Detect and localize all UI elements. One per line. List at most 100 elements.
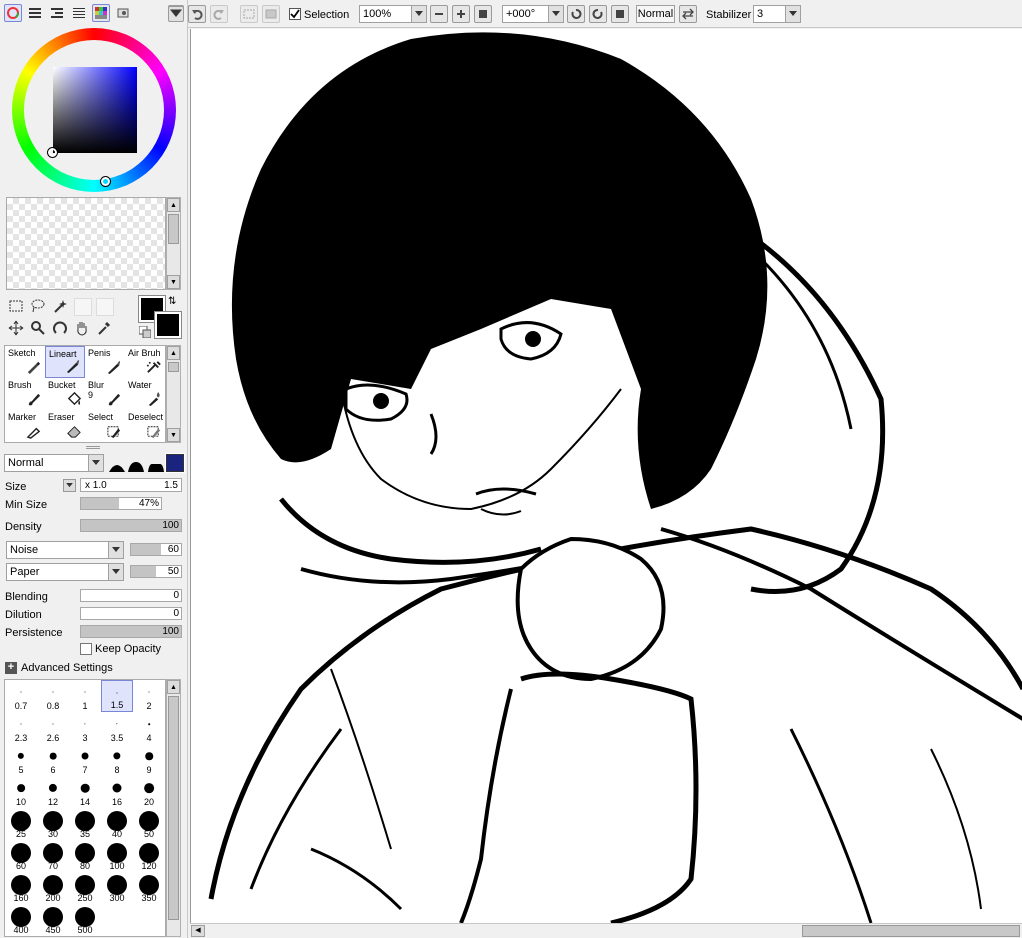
zoom-icon[interactable]: [30, 320, 48, 338]
keep-opacity-checkbox[interactable]: [80, 643, 92, 655]
flip-horizontal-icon[interactable]: [679, 5, 697, 23]
brush-size-14[interactable]: 14: [69, 776, 101, 808]
color-bars-icon[interactable]: [48, 4, 66, 22]
brush-size-scrollbar[interactable]: ▲: [166, 679, 181, 937]
rotation-select[interactable]: +000°: [502, 5, 564, 23]
brush-size-120[interactable]: 120: [133, 840, 165, 872]
brush-size-3[interactable]: 3: [69, 712, 101, 744]
rotate-right-icon[interactable]: [589, 5, 607, 23]
density-slider[interactable]: 100: [80, 519, 182, 532]
brush-size-4[interactable]: 4: [133, 712, 165, 744]
tool-deselect[interactable]: Deselect: [125, 410, 165, 442]
scroll-down-icon[interactable]: ▼: [167, 428, 180, 442]
toolbar-menu-chevron-icon[interactable]: [168, 6, 184, 22]
brush-size-2[interactable]: 2: [133, 680, 165, 712]
brush-size-10[interactable]: 10: [5, 776, 37, 808]
transparent-color-icon[interactable]: [138, 325, 152, 339]
brush-size-20[interactable]: 20: [133, 776, 165, 808]
brush-size-80[interactable]: 80: [69, 840, 101, 872]
brush-size-16[interactable]: 16: [101, 776, 133, 808]
min-size-slider[interactable]: 47%: [80, 497, 162, 510]
scratchpad-icon[interactable]: [114, 4, 132, 22]
scroll-up-icon[interactable]: ▲: [167, 680, 180, 694]
swatch-grid-icon[interactable]: [92, 4, 110, 22]
color-wheel[interactable]: [12, 28, 176, 192]
secondary-color-swatch[interactable]: [154, 311, 182, 339]
brush-shape-flat-icon[interactable]: [147, 454, 164, 472]
brush-size-250[interactable]: 250: [69, 872, 101, 904]
undo-icon[interactable]: [188, 5, 206, 23]
tool-brush[interactable]: Brush: [5, 378, 45, 410]
zoom-out-icon[interactable]: [430, 5, 448, 23]
scroll-up-icon[interactable]: ▲: [167, 346, 180, 360]
brush-size-100[interactable]: 100: [101, 840, 133, 872]
hand-icon[interactable]: [74, 320, 92, 338]
brush-size-3.5[interactable]: 3.5: [101, 712, 133, 744]
brush-size-2.6[interactable]: 2.6: [37, 712, 69, 744]
brush-size-70[interactable]: 70: [37, 840, 69, 872]
swatch-list-icon[interactable]: [70, 4, 88, 22]
brush-size-0.7[interactable]: 0.7: [5, 680, 37, 712]
tool-penis[interactable]: Penis: [85, 346, 125, 378]
brush-size-25[interactable]: 25: [5, 808, 37, 840]
scroll-left-icon[interactable]: ◀: [191, 925, 205, 937]
size-field[interactable]: x 1.0 1.5: [80, 478, 182, 492]
brush-size-9[interactable]: 9: [133, 744, 165, 776]
brush-size-30[interactable]: 30: [37, 808, 69, 840]
advanced-settings-toggle[interactable]: Advanced Settings: [21, 662, 113, 674]
tool-sketch[interactable]: Sketch: [5, 346, 45, 378]
brush-shape-square-icon[interactable]: [165, 453, 185, 473]
redo-icon[interactable]: [210, 5, 228, 23]
eyedropper-icon[interactable]: [96, 320, 114, 338]
brush-size-400[interactable]: 400: [5, 904, 37, 936]
rect-select-icon[interactable]: [8, 298, 26, 316]
scratchpad[interactable]: [6, 197, 166, 290]
tool-marker[interactable]: Marker: [5, 410, 45, 442]
saturation-value-square[interactable]: [53, 67, 137, 153]
brush-size-6[interactable]: 6: [37, 744, 69, 776]
brush-size-1.5[interactable]: 1.5: [101, 680, 133, 712]
brush-size-40[interactable]: 40: [101, 808, 133, 840]
brush-size-35[interactable]: 35: [69, 808, 101, 840]
swap-colors-icon[interactable]: ⇅: [168, 296, 182, 310]
zoom-in-icon[interactable]: [452, 5, 470, 23]
brush-size-60[interactable]: 60: [5, 840, 37, 872]
texture-select-1[interactable]: Noise: [6, 541, 124, 559]
brush-size-12[interactable]: 12: [37, 776, 69, 808]
color-wheel-icon[interactable]: [4, 4, 22, 22]
brush-size-300[interactable]: 300: [101, 872, 133, 904]
rotate-left-icon[interactable]: [567, 5, 585, 23]
texture-select-2[interactable]: Paper: [6, 563, 124, 581]
zoom-select[interactable]: 100%: [359, 5, 427, 23]
sv-cursor[interactable]: [47, 147, 58, 158]
tool-bucket[interactable]: Bucket: [45, 378, 85, 410]
tool-eraser[interactable]: Eraser: [45, 410, 85, 442]
brush-size-450[interactable]: 450: [37, 904, 69, 936]
brush-size-7[interactable]: 7: [69, 744, 101, 776]
scroll-thumb[interactable]: [802, 925, 1020, 937]
brush-size-50[interactable]: 50: [133, 808, 165, 840]
brush-size-0.8[interactable]: 0.8: [37, 680, 69, 712]
stabilizer-select[interactable]: 3: [753, 5, 801, 23]
move-icon[interactable]: [8, 320, 26, 338]
blending-slider[interactable]: 0: [80, 589, 182, 602]
hue-cursor[interactable]: [100, 176, 111, 187]
tool-blur[interactable]: Blur 9: [85, 378, 125, 410]
invert-selection-icon[interactable]: [262, 5, 280, 23]
scroll-down-icon[interactable]: ▼: [167, 275, 180, 289]
brush-shape-round-icon[interactable]: [108, 454, 125, 472]
size-dropdown-chevron-icon[interactable]: [63, 479, 76, 492]
tool-select[interactable]: Select: [85, 410, 125, 442]
panel-splitter[interactable]: [86, 446, 100, 449]
tool-water[interactable]: Water: [125, 378, 165, 410]
brush-shape-soft-icon[interactable]: [127, 454, 145, 472]
brush-blend-mode-select[interactable]: Normal: [4, 454, 104, 472]
brush-size-2.3[interactable]: 2.3: [5, 712, 37, 744]
canvas-horizontal-scrollbar[interactable]: ◀: [190, 923, 1022, 938]
tool-air-bruh[interactable]: Air Bruh: [125, 346, 165, 378]
dilution-slider[interactable]: 0: [80, 607, 182, 620]
view-mode-button[interactable]: Normal: [636, 5, 675, 23]
brush-size-500[interactable]: 500: [69, 904, 101, 936]
rotate-icon[interactable]: [52, 320, 70, 338]
tool-lineart[interactable]: Lineart: [45, 346, 85, 378]
